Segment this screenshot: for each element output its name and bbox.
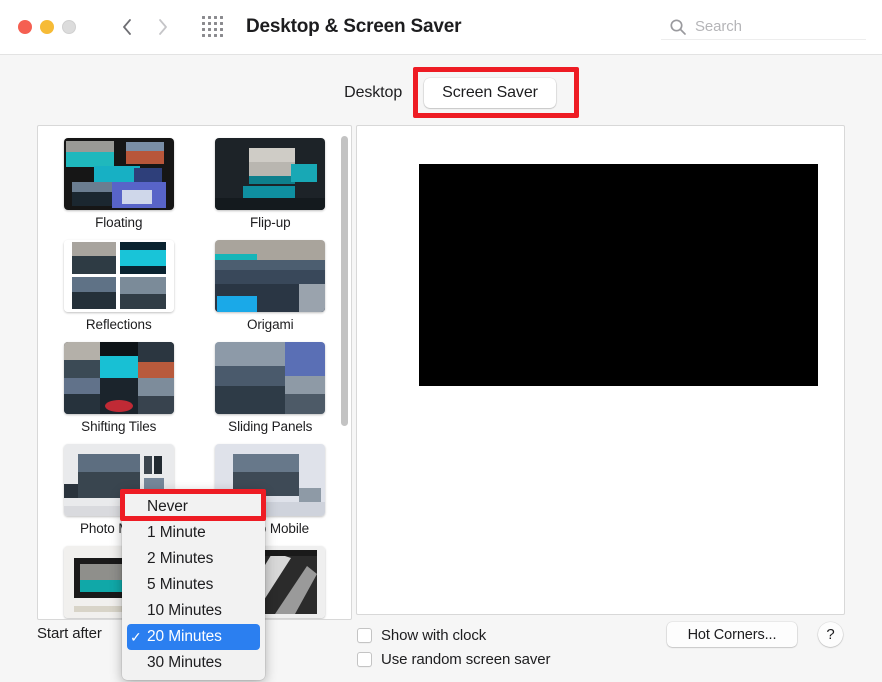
screen-saver-name: Flip-up [249,215,291,230]
scrollbar-thumb[interactable] [341,136,348,426]
menu-item-label: Never [147,498,188,515]
screen-saver-name: Sliding Panels [228,419,313,434]
menu-item-label: 30 Minutes [147,654,222,671]
screen-saver-name: Reflections [85,317,152,332]
tab-bar: Desktop Screen Saver [0,74,882,112]
list-item[interactable]: Flip-up [204,138,338,230]
traffic-light-group [18,20,76,34]
minimize-window-icon[interactable] [40,20,54,34]
screen-saver-thumbnail [215,138,326,210]
preview-screen [419,164,818,386]
menu-item-10-minutes[interactable]: 10 Minutes [122,598,265,624]
navigation-arrows [116,14,174,40]
menu-item-label: 1 Minute [147,524,206,541]
start-after-dropdown-menu[interactable]: Never 1 Minute 2 Minutes 5 Minutes 10 Mi… [122,490,265,680]
screen-saver-name: Floating [95,215,143,230]
forward-chevron-icon [152,14,174,40]
search-field[interactable]: Search [661,14,866,40]
tab-screen-saver[interactable]: Screen Saver [424,78,556,108]
use-random-screen-saver-row[interactable]: Use random screen saver [357,647,551,671]
screen-saver-thumbnail [63,342,174,414]
list-item[interactable]: Shifting Tiles [52,342,186,434]
screen-saver-thumbnail [215,342,326,414]
list-item[interactable]: Floating [52,138,186,230]
show-with-clock-checkbox[interactable] [357,627,372,643]
menu-item-never[interactable]: Never [122,494,265,520]
screen-saver-preview-pane [356,125,845,615]
menu-item-label: 10 Minutes [147,602,222,619]
window-titlebar: Desktop & Screen Saver Search [0,0,882,55]
search-placeholder: Search [695,18,742,35]
use-random-screen-saver-label: Use random screen saver [381,650,551,668]
zoom-window-icon [62,20,76,34]
menu-item-label: 20 Minutes [147,628,222,645]
screen-saver-name: Origami [246,317,294,332]
menu-item-5-minutes[interactable]: 5 Minutes [122,572,265,598]
menu-item-30-minutes[interactable]: 30 Minutes [122,650,265,676]
screen-saver-thumbnail [215,240,326,312]
close-window-icon[interactable] [18,20,32,34]
screen-saver-options: Show with clock Use random screen saver [357,623,551,671]
list-item[interactable]: Reflections [52,240,186,332]
list-item[interactable]: Origami [204,240,338,332]
menu-item-checkmark: ✓ [130,628,142,645]
start-after-label: Start after [37,625,102,642]
screen-saver-name: Shifting Tiles [81,419,157,434]
menu-item-2-minutes[interactable]: 2 Minutes [122,546,265,572]
list-item[interactable]: Sliding Panels [204,342,338,434]
hot-corners-button[interactable]: Hot Corners... [667,622,797,647]
saver-list-scrollbar[interactable] [341,134,348,612]
desktop-screen-saver-window: Desktop & Screen Saver Search Desktop Sc… [0,0,882,682]
show-all-preferences-icon[interactable] [202,16,224,38]
screen-saver-thumbnail [63,138,174,210]
menu-item-1-minute[interactable]: 1 Minute [122,520,265,546]
show-with-clock-row[interactable]: Show with clock [357,623,550,647]
menu-item-label: 2 Minutes [147,550,214,567]
menu-item-label: 5 Minutes [147,576,214,593]
tab-desktop[interactable]: Desktop [326,78,420,108]
use-random-screen-saver-checkbox[interactable] [357,651,372,667]
page-title: Desktop & Screen Saver [246,16,462,37]
show-with-clock-label: Show with clock [381,626,487,644]
search-icon [669,18,687,36]
screen-saver-thumbnail [63,240,174,312]
help-button[interactable]: ? [818,622,843,647]
menu-item-20-minutes[interactable]: ✓ 20 Minutes [127,624,260,650]
back-chevron-icon[interactable] [116,14,138,40]
